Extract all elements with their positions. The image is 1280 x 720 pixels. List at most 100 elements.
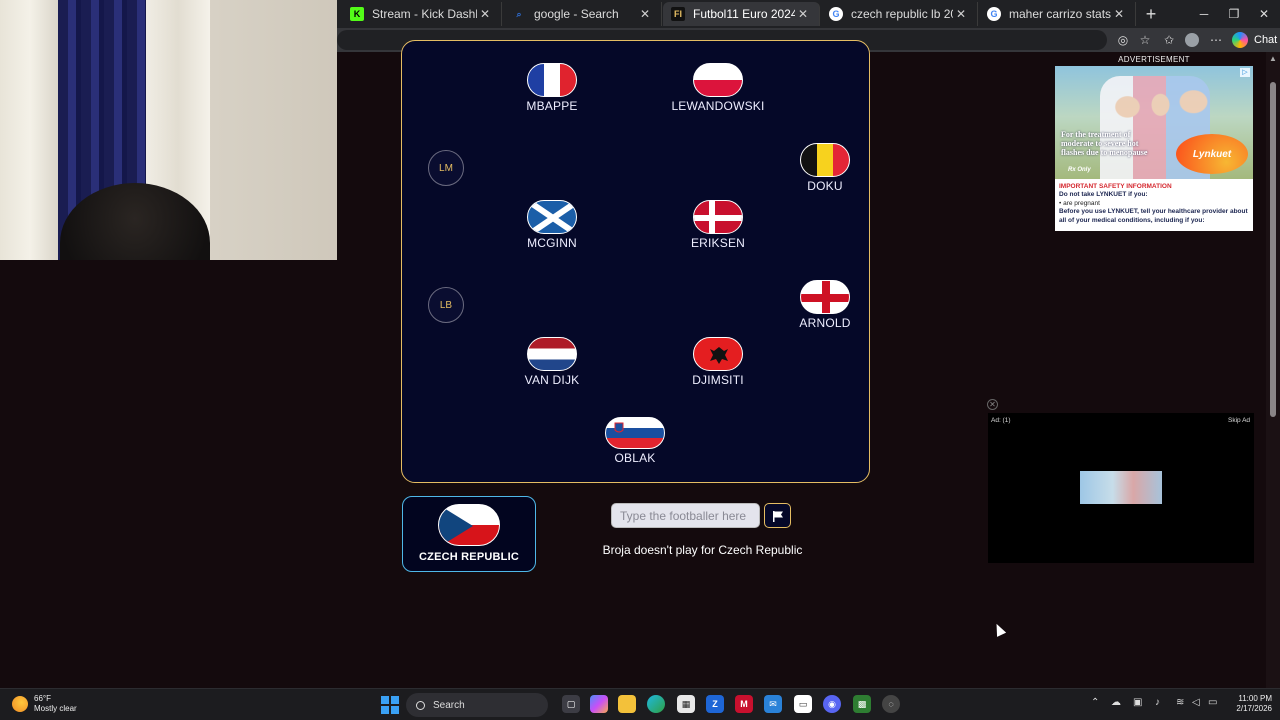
player-card-mbappe[interactable]: MBAPPE [497,63,607,113]
weather-condition: Mostly clear [34,703,77,713]
player-name: ARNOLD [799,316,851,330]
denmark-flag-icon [693,200,743,234]
kick-icon: K [350,7,364,21]
skip-ad-button[interactable]: Skip Ad [1228,417,1250,424]
ad-count-label: Ad: (1) [991,417,1011,424]
player-name: LEWANDOWSKI [671,99,765,113]
tab-title: Stream - Kick Dashboard [372,7,477,21]
tab-title: Futbol11 Euro 2024 Game [693,7,795,21]
task-view-icon[interactable]: ▢ [562,695,580,713]
profile-avatar[interactable] [1183,31,1201,49]
microphone-icon[interactable]: ♪ [1155,697,1160,708]
edge-browser-icon[interactable] [647,695,665,713]
player-name: ERIKSEN [690,236,746,250]
ad-safety-line: are pregnant [1063,199,1100,207]
ad-safety-line: Do not take LYNKUET if you: [1059,191,1148,199]
netherlands-flag-icon [527,337,577,371]
azure-app-icon[interactable]: Z [706,695,724,713]
tab-futbol11[interactable]: FI Futbol11 Euro 2024 Game ✕ [663,2,820,26]
empty-slot-lb[interactable]: LB [428,287,464,323]
copilot-icon [1232,32,1248,48]
discord-icon[interactable]: ◉ [823,695,841,713]
copilot-app-icon[interactable] [590,695,608,713]
player-card-eriksen[interactable]: ERIKSEN [663,200,773,250]
player-card-lewandowski[interactable]: LEWANDOWSKI [663,63,773,113]
wifi-icon[interactable]: ≋ [1176,697,1184,708]
start-button[interactable] [381,696,399,714]
microsoft-store-icon[interactable]: ▦ [677,695,695,713]
slovenia-flag-icon [605,417,665,449]
mail-icon[interactable]: ▭ [794,695,812,713]
futbol11-icon: FI [671,7,685,21]
minimize-button[interactable]: ─ [1189,4,1219,24]
taskbar-search-label: Search [433,699,465,711]
ad-safety-bullet: • are pregnant [1059,199,1100,207]
show-hidden-icons-chevron-icon[interactable]: ⌃ [1091,697,1099,708]
page-scrollbar[interactable]: ▲ [1266,52,1280,688]
white-curtain [0,0,60,260]
ad-rx-label: Rx Only [1068,167,1091,173]
adchoices-icon[interactable]: ▷ [1240,68,1250,77]
onedrive-icon[interactable]: ☁ [1111,697,1121,708]
tray-app-icon[interactable]: ▣ [1133,697,1142,708]
google-icon: G [987,7,1001,21]
video-ad-thumbnail [1080,471,1162,504]
close-icon[interactable]: ✕ [953,7,969,21]
system-clock[interactable]: 11:00 PM 2/17/2026 [1224,694,1272,715]
maximize-button[interactable]: ❐ [1219,4,1249,24]
minecraft-icon[interactable]: ▩ [853,695,871,713]
battery-icon[interactable]: ▭ [1208,697,1217,708]
england-flag-icon [800,280,850,314]
player-name: OBLAK [614,451,656,465]
obs-app-icon[interactable]: ◌ [882,695,900,713]
outlook-icon[interactable]: ✉ [764,695,782,713]
close-icon[interactable]: ✕ [1111,7,1127,21]
close-icon[interactable]: ✕ [477,7,493,21]
favorites-icon[interactable]: ✩ [1160,31,1178,49]
player-card-van-dijk[interactable]: VAN DIJK [497,337,607,387]
weather-temp: 66°F [34,694,51,703]
albania-flag-icon [693,337,743,371]
weather-moon-icon [12,695,28,712]
file-explorer-icon[interactable] [618,695,636,713]
scrollbar-thumb[interactable] [1270,82,1276,417]
country-name: CZECH REPUBLIC [419,551,519,563]
player-card-mcginn[interactable]: MCGINN [497,200,607,250]
video-ad-player[interactable]: Ad: (1) Skip Ad [988,413,1254,563]
volume-icon[interactable]: ◁ [1192,697,1200,708]
tab-kick-dashboard[interactable]: K Stream - Kick Dashboard ✕ [342,2,502,26]
taskbar-search-box[interactable]: Search [406,693,548,717]
scroll-up-arrow-icon[interactable]: ▲ [1269,54,1277,63]
czech-republic-flag-icon [438,504,500,546]
give-up-flag-button[interactable] [764,503,791,528]
mcafee-icon[interactable]: M [735,695,753,713]
windows-taskbar: 66°F Mostly clear Search ▢ ▦ Z M ✉ ▭ ◉ ▩… [0,688,1280,720]
ad-brand-logo: Lynkuet [1176,134,1248,174]
empty-slot-lm[interactable]: LM [428,150,464,186]
player-card-doku[interactable]: DOKU [770,143,880,193]
display-ad-banner[interactable]: ▷ For the treatment of moderate to sever… [1055,66,1253,231]
weather-widget[interactable]: 66°F Mostly clear [12,694,77,713]
favorite-star-icon[interactable]: ☆ [1136,31,1154,49]
bing-search-icon: ⌕ [516,8,522,19]
close-icon[interactable]: ✕ [795,7,811,21]
more-menu-icon[interactable]: ⋯ [1207,31,1225,49]
player-card-djimsiti[interactable]: DJIMSITI [663,337,773,387]
scotland-flag-icon [527,200,577,234]
player-name: MBAPPE [526,99,578,113]
tab-czech-lb-search[interactable]: G czech republic lb 2024 - Google Se ✕ [821,2,978,26]
tab-carrizo-search[interactable]: G maher carrizo stats - Google Searc ✕ [979,2,1136,26]
new-tab-button[interactable]: + [1141,4,1161,24]
reader-icon[interactable]: ◎ [1114,31,1132,49]
player-name: VAN DIJK [524,373,580,387]
player-card-oblak[interactable]: OBLAK [580,417,690,465]
close-window-button[interactable]: ✕ [1249,4,1279,24]
close-icon[interactable]: ✕ [637,7,653,21]
target-country-card: CZECH REPUBLIC [402,496,536,572]
footballer-search-input[interactable] [611,503,760,528]
flag-icon [772,510,783,522]
player-card-arnold[interactable]: ARNOLD [770,280,880,330]
close-video-ad-icon[interactable]: ✕ [987,399,998,410]
chat-button[interactable]: Chat [1232,30,1277,50]
tab-google-search[interactable]: ⌕ google - Search ✕ [504,2,662,26]
